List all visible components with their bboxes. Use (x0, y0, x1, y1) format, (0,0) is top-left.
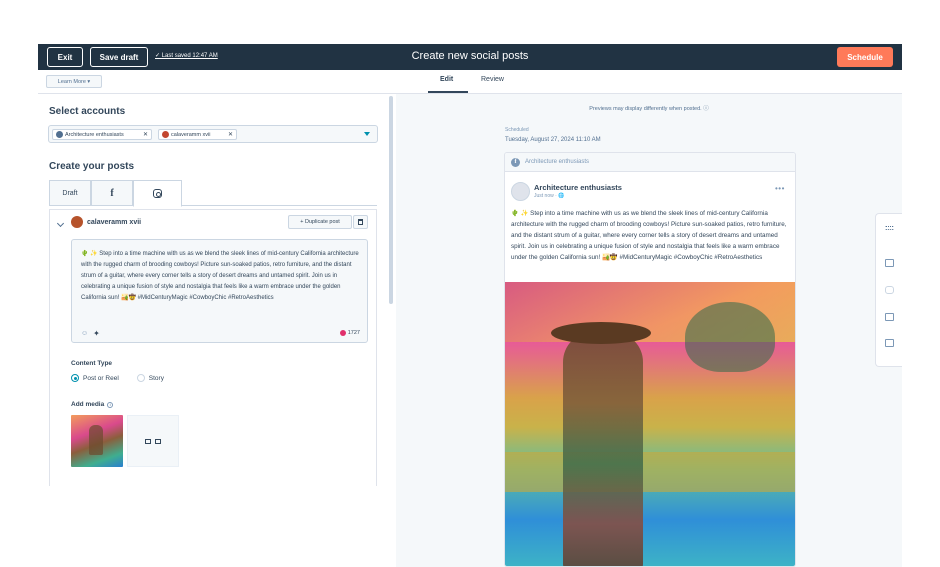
radio-story[interactable] (136, 374, 145, 382)
scheduled-label: Scheduled (505, 127, 529, 133)
active-tab-indicator (428, 91, 468, 93)
social-post-editor: Exit Save draft ✓ Last saved 12:47 AM Cr… (38, 44, 902, 567)
schedule-button[interactable]: Schedule (837, 47, 893, 67)
character-count: 1727 (339, 330, 360, 336)
tab-edit[interactable]: Edit (440, 76, 453, 83)
instagram-icon (153, 189, 162, 198)
duplicate-post-button[interactable]: + Duplicate post (288, 215, 352, 229)
chevron-down-icon[interactable] (56, 219, 65, 228)
calendar-icon[interactable] (885, 339, 894, 347)
add-media-label: Add media i (71, 401, 114, 408)
print-icon[interactable] (885, 259, 894, 267)
page-title: Create new social posts (411, 50, 529, 62)
instagram-post-card: calaveramm xvii + Duplicate post 🌵 ✨ Ste… (49, 209, 377, 504)
info-icon[interactable]: i (107, 401, 114, 408)
content-type-label: Content Type (71, 360, 113, 367)
preview-strip-label: Architecture enthusiasts (525, 159, 590, 165)
post-text-editor[interactable]: 🌵 ✨ Step into a time machine with us as … (71, 239, 368, 343)
facebook-avatar-icon (56, 131, 63, 138)
tab-facebook[interactable]: f (91, 180, 133, 206)
account-chip-label: calaveramm xvii (171, 131, 211, 138)
tab-review[interactable]: Review (481, 76, 504, 83)
more-options-icon[interactable]: ••• (775, 184, 785, 193)
preview-account-strip: f Architecture enthusiasts (505, 153, 795, 172)
facebook-preview-card: f Architecture enthusiasts Architecture … (504, 152, 796, 567)
create-posts-heading: Create your posts (49, 161, 135, 172)
network-tabs: Draft f (49, 180, 377, 207)
account-chip-label: Architecture enthusiasts (65, 131, 124, 138)
sub-bar: Learn More ▾ Edit Review (38, 70, 902, 94)
tab-instagram[interactable] (133, 180, 182, 207)
character-count-value: 1727 (347, 330, 360, 336)
image-wall (505, 452, 795, 492)
account-chip-architecture[interactable]: Architecture enthusiasts ✕ (52, 129, 152, 140)
sparkle-icon[interactable]: ✦ (93, 329, 100, 338)
trash-icon (358, 219, 363, 225)
video-icon (155, 438, 161, 444)
remove-chip-icon[interactable]: ✕ (143, 131, 148, 138)
preview-text: 🌵 ✨ Step into a time machine with us as … (511, 210, 787, 261)
media-thumbnail[interactable] (71, 415, 123, 467)
top-bar: Exit Save draft ✓ Last saved 12:47 AM Cr… (38, 44, 902, 70)
preview-note: Previews may display differently when po… (589, 106, 709, 112)
instagram-avatar-icon (162, 131, 169, 138)
image-hat (551, 322, 651, 344)
image-palm (685, 302, 775, 372)
post-account-name: calaveramm xvii (87, 219, 142, 226)
chevron-down-icon[interactable] (364, 132, 370, 136)
scheduled-date: Tuesday, August 27, 2024 11:10 AM (505, 137, 601, 143)
delete-post-button[interactable] (353, 215, 368, 229)
content-type-options: Post or Reel Story (71, 374, 164, 382)
instagram-icon (339, 330, 346, 336)
remove-chip-icon[interactable]: ✕ (228, 131, 233, 138)
account-selector[interactable]: Architecture enthusiasts ✕ calaveramm xv… (48, 125, 378, 143)
preview-panel: Previews may display differently when po… (396, 94, 902, 567)
account-chip-calaveramm[interactable]: calaveramm xvii ✕ (158, 129, 237, 140)
avatar (511, 182, 530, 201)
preview-time: Just now · 🌐 (534, 193, 565, 199)
image-cowboy (563, 332, 643, 566)
preview-image (505, 282, 795, 566)
grid-icon[interactable] (885, 226, 894, 230)
radio-label[interactable]: Post or Reel (83, 375, 119, 382)
editor-scrollbar[interactable] (389, 96, 393, 304)
comment-icon[interactable] (885, 286, 894, 294)
panel-footer-area (38, 486, 396, 567)
facebook-icon: f (511, 157, 520, 167)
side-rail (875, 213, 902, 367)
facebook-icon: f (110, 187, 114, 199)
radio-post-or-reel[interactable] (71, 374, 79, 382)
add-media-text: Add media (71, 401, 105, 408)
preview-author-name: Architecture enthusiasts (534, 183, 622, 192)
learn-more-dropdown[interactable]: Learn More ▾ (46, 75, 102, 88)
add-media-button[interactable] (127, 415, 179, 467)
emoji-icon[interactable]: ☺ (81, 330, 88, 337)
avatar (71, 216, 83, 228)
select-accounts-heading: Select accounts (49, 106, 126, 117)
image-icon (145, 438, 151, 444)
window-icon[interactable] (885, 313, 894, 321)
tab-draft[interactable]: Draft (49, 180, 91, 206)
editor-toolbar: ☺ ✦ (81, 329, 100, 338)
post-text[interactable]: 🌵 ✨ Step into a time machine with us as … (81, 249, 363, 304)
radio-label[interactable]: Story (149, 375, 164, 382)
